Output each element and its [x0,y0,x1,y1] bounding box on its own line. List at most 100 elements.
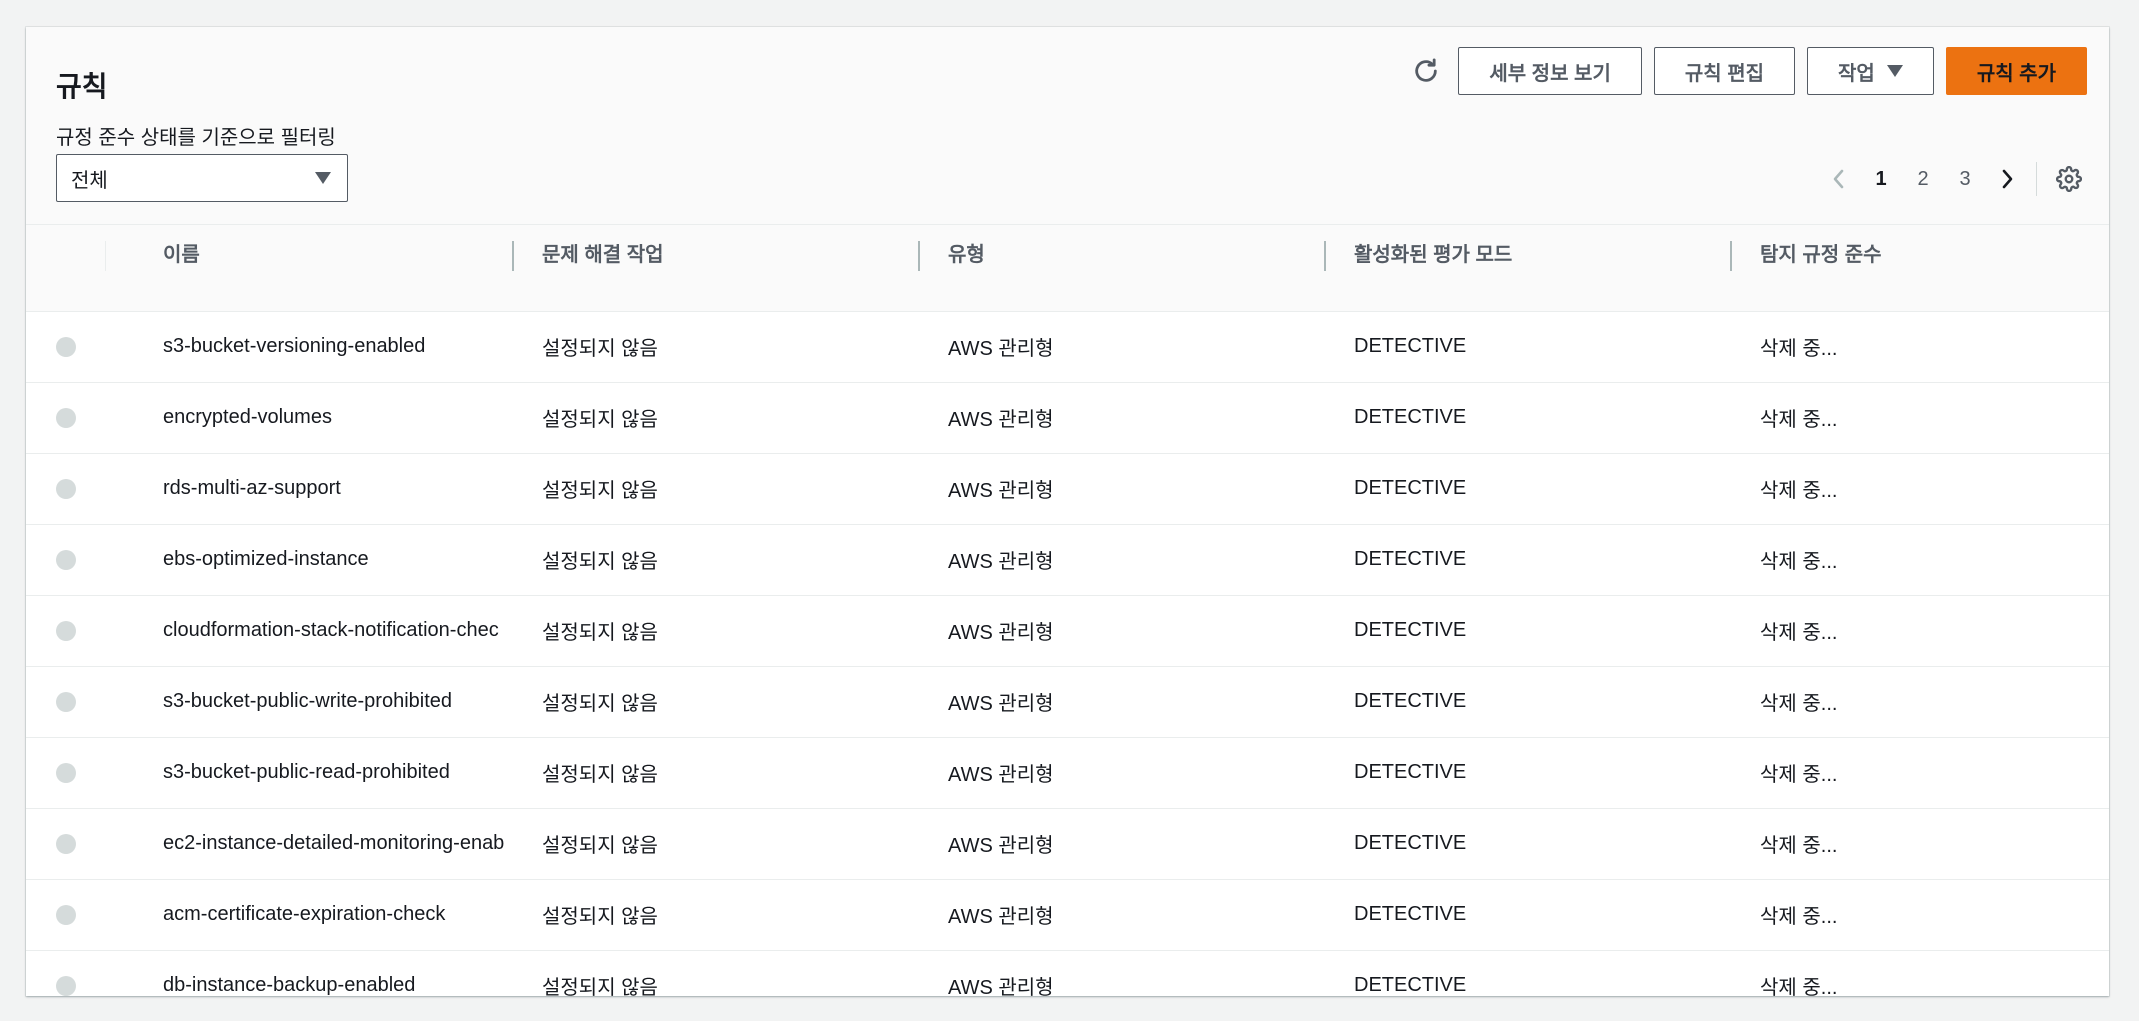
rule-name-cell: db-instance-backup-enabled [163,974,416,997]
table-row[interactable]: s3-bucket-public-read-prohibited 설정되지 않음… [26,737,2109,808]
refresh-icon [1415,58,1438,82]
evaluation-mode-cell: DETECTIVE [1354,761,1467,783]
evaluation-mode-cell: DETECTIVE [1354,690,1467,712]
page-1-button[interactable]: 1 [1860,168,1902,191]
remediation-cell: 설정되지 않음 [542,835,658,857]
compliance-filter-select[interactable]: 전체 [56,154,348,202]
type-cell: AWS 관리형 [948,409,1054,431]
toolbar: 세부 정보 보기 규칙 편집 작업 규칙 추가 [1406,47,2087,95]
actions-dropdown-button[interactable]: 작업 [1807,47,1934,95]
remediation-cell: 설정되지 않음 [542,338,658,360]
page-2-button[interactable]: 2 [1902,168,1944,191]
compliance-cell: 삭제 중... [1760,835,1838,857]
rule-name-cell: ec2-instance-detailed-monitoring-enab [163,832,505,854]
add-rule-label: 규칙 추가 [1976,62,2056,85]
row-radio-button[interactable] [56,620,76,641]
rule-name-cell: s3-bucket-public-read-prohibited [163,761,450,783]
column-header-remediation[interactable]: 문제 해결 작업 [512,225,918,312]
column-header-type[interactable]: 유형 [918,225,1324,312]
add-rule-button[interactable]: 규칙 추가 [1945,47,2087,95]
column-divider[interactable] [1730,241,1732,271]
rule-name-cell: cloudformation-stack-notification-chec [163,619,499,641]
rule-name-cell: s3-bucket-public-write-prohibited [163,690,453,712]
table-row[interactable]: s3-bucket-versioning-enabled 설정되지 않음 AWS… [26,311,2109,382]
compliance-cell: 삭제 중... [1760,622,1838,644]
edit-rule-label: 규칙 편집 [1684,62,1765,85]
compliance-cell: 삭제 중... [1760,338,1838,360]
evaluation-mode-cell: DETECTIVE [1354,903,1467,925]
selection-column-header [26,225,106,312]
table-row[interactable]: ec2-instance-detailed-monitoring-enab 설정… [26,808,2109,879]
remediation-cell: 설정되지 않음 [542,906,658,928]
type-cell: AWS 관리형 [948,338,1054,360]
table-row[interactable]: ebs-optimized-instance 설정되지 않음 AWS 관리형 D… [26,524,2109,595]
type-cell: AWS 관리형 [948,480,1054,502]
pagination: 1 2 3 [1818,155,2091,203]
row-radio-button[interactable] [56,762,76,783]
column-divider[interactable] [1324,241,1326,271]
remediation-cell: 설정되지 않음 [542,622,658,644]
next-page-button[interactable] [1986,155,2028,203]
refresh-button[interactable] [1406,47,1446,95]
row-radio-button[interactable] [56,904,76,925]
rules-panel: 규칙 규정 준수 상태를 기준으로 필터링 전체 세부 정보 보기 규칙 편집 … [26,27,2109,999]
column-divider[interactable] [918,241,920,271]
column-header-name[interactable]: 이름 [106,225,512,312]
row-radio-button[interactable] [56,833,76,854]
table-header-row: 이름 문제 해결 작업 유형 활성화된 평가 모드 탐지 규정 준수 [26,225,2109,312]
compliance-cell: 삭제 중... [1760,551,1838,573]
remediation-cell: 설정되지 않음 [542,480,658,502]
remediation-cell: 설정되지 않음 [542,551,658,573]
edit-rule-button[interactable]: 규칙 편집 [1653,47,1796,95]
type-cell: AWS 관리형 [948,622,1054,644]
remediation-cell: 설정되지 않음 [542,693,658,715]
column-divider[interactable] [512,241,514,271]
compliance-cell: 삭제 중... [1760,977,1838,1000]
evaluation-mode-cell: DETECTIVE [1354,477,1467,499]
actions-label: 작업 [1838,62,1875,85]
evaluation-mode-cell: DETECTIVE [1354,548,1467,570]
rule-name-cell: rds-multi-az-support [163,477,341,499]
table-row[interactable]: acm-certificate-expiration-check 설정되지 않음… [26,879,2109,950]
evaluation-mode-cell: DETECTIVE [1354,335,1467,357]
table-row[interactable]: cloudformation-stack-notification-chec 설… [26,595,2109,666]
evaluation-mode-cell: DETECTIVE [1354,406,1467,428]
table-row[interactable]: db-instance-backup-enabled 설정되지 않음 AWS 관… [26,950,2109,1021]
table-preferences-button[interactable] [2047,155,2091,203]
view-details-button[interactable]: 세부 정보 보기 [1458,47,1642,95]
compliance-cell: 삭제 중... [1760,480,1838,502]
caret-down-icon [315,172,331,184]
compliance-cell: 삭제 중... [1760,764,1838,786]
row-radio-button[interactable] [56,691,76,712]
view-details-label: 세부 정보 보기 [1489,62,1611,85]
rule-name-cell: acm-certificate-expiration-check [163,903,446,925]
page-3-button[interactable]: 3 [1944,168,1986,191]
panel-header: 규칙 규정 준수 상태를 기준으로 필터링 전체 세부 정보 보기 규칙 편집 … [26,27,2109,225]
row-radio-button[interactable] [56,975,76,996]
row-radio-button[interactable] [56,336,76,357]
chevron-right-icon [2002,169,2013,189]
pagination-divider [2036,162,2037,196]
filter-label: 규정 준수 상태를 기준으로 필터링 [56,127,336,149]
table-row[interactable]: s3-bucket-public-write-prohibited 설정되지 않… [26,666,2109,737]
table-row[interactable]: rds-multi-az-support 설정되지 않음 AWS 관리형 DET… [26,453,2109,524]
type-cell: AWS 관리형 [948,764,1054,786]
remediation-cell: 설정되지 않음 [542,409,658,431]
rule-name-cell: encrypted-volumes [163,406,332,428]
compliance-cell: 삭제 중... [1760,409,1838,431]
column-header-compliance[interactable]: 탐지 규정 준수 [1730,225,2109,312]
gear-icon [2056,166,2082,192]
chevron-left-icon [1833,169,1844,189]
column-header-evaluation-mode[interactable]: 활성화된 평가 모드 [1324,225,1730,312]
row-radio-button[interactable] [56,478,76,499]
table-row[interactable]: encrypted-volumes 설정되지 않음 AWS 관리형 DETECT… [26,382,2109,453]
row-radio-button[interactable] [56,549,76,570]
rules-table: 이름 문제 해결 작업 유형 활성화된 평가 모드 탐지 규정 준수 s3-bu… [26,225,2109,1021]
type-cell: AWS 관리형 [948,835,1054,857]
evaluation-mode-cell: DETECTIVE [1354,974,1467,997]
row-radio-button[interactable] [56,407,76,428]
previous-page-button[interactable] [1818,155,1860,203]
rule-name-cell: ebs-optimized-instance [163,548,369,570]
remediation-cell: 설정되지 않음 [542,764,658,786]
caret-down-icon [1886,65,1903,77]
